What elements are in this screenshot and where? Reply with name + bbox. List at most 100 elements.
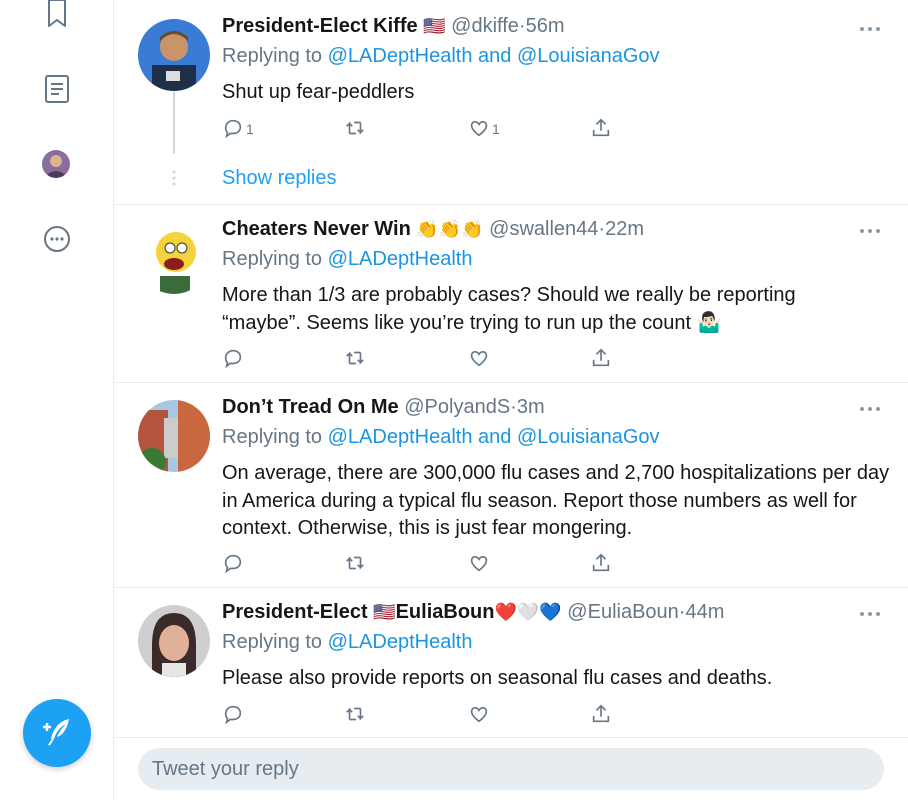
sidebar xyxy=(0,0,114,800)
heart-icon xyxy=(470,555,488,572)
replying-and: and xyxy=(472,45,517,67)
avatar[interactable] xyxy=(138,400,210,472)
compose-tweet-button[interactable] xyxy=(23,699,91,767)
show-replies-link[interactable]: Show replies xyxy=(222,167,337,190)
retweet-icon xyxy=(346,707,364,721)
reply-icon xyxy=(224,349,242,369)
reply-button[interactable] xyxy=(222,551,244,575)
tweet-header: Don’t Tread On Me @PolyandS·3m xyxy=(222,396,545,419)
mention-link[interactable]: @LADeptHealth xyxy=(328,426,473,448)
like-button[interactable] xyxy=(468,346,490,370)
more-options-icon[interactable] xyxy=(858,404,882,414)
mention-link[interactable]: @LADeptHealth xyxy=(328,45,473,67)
share-button[interactable] xyxy=(590,702,612,726)
retweet-button[interactable] xyxy=(344,551,366,575)
lists-icon[interactable] xyxy=(40,72,74,106)
display-name-start: President-Elect xyxy=(222,601,374,623)
share-icon xyxy=(592,348,610,367)
mention-link[interactable]: @LouisianaGov xyxy=(517,426,660,448)
mention-link[interactable]: @LouisianaGov xyxy=(517,45,660,67)
tweet-text: More than 1/3 are probably cases? Should… xyxy=(222,284,796,334)
reply-icon xyxy=(224,705,242,725)
reply-input[interactable]: Tweet your reply xyxy=(138,748,884,790)
tweet-text: Please also provide reports on seasonal … xyxy=(222,667,773,689)
replying-to-label: Replying to xyxy=(222,248,328,270)
reply-count: 1 xyxy=(246,121,254,137)
tweet-actions xyxy=(222,346,642,370)
retweet-button[interactable] xyxy=(344,702,366,726)
thread-dots-icon xyxy=(172,170,176,186)
replying-to: Replying to @LADeptHealth xyxy=(222,248,472,271)
like-button[interactable]: 1 xyxy=(468,116,500,140)
profile-avatar[interactable] xyxy=(42,150,70,178)
heart-icon xyxy=(470,706,488,723)
reply-button[interactable] xyxy=(222,346,244,370)
share-button[interactable] xyxy=(590,551,612,575)
reply-feed: President-Elect Kiffe 🇺🇸 @dkiffe·56m Rep… xyxy=(114,0,908,800)
reply-icon xyxy=(224,119,242,139)
handle[interactable]: @PolyandS xyxy=(404,396,510,418)
share-button[interactable] xyxy=(590,346,612,370)
more-options-icon[interactable] xyxy=(858,226,882,236)
like-count: 1 xyxy=(492,121,500,137)
tweet-header: President-Elect 🇺🇸EuliaBoun❤️🤍💙 @EuliaBo… xyxy=(222,601,724,624)
tweet-actions xyxy=(222,702,642,726)
reply-button[interactable]: 1 xyxy=(222,116,254,140)
tweet-actions xyxy=(222,551,642,575)
handle[interactable]: @EuliaBoun xyxy=(567,601,678,623)
thread-line xyxy=(173,92,175,154)
separator: · xyxy=(510,396,517,418)
bookmark-icon[interactable] xyxy=(40,0,74,32)
like-button[interactable] xyxy=(468,702,490,726)
timestamp[interactable]: 44m xyxy=(685,601,724,623)
tweet[interactable]: President-Elect 🇺🇸EuliaBoun❤️🤍💙 @EuliaBo… xyxy=(114,588,908,738)
more-icon[interactable] xyxy=(40,222,74,256)
tweet[interactable]: President-Elect Kiffe 🇺🇸 @dkiffe·56m Rep… xyxy=(114,0,908,205)
handle[interactable]: @swallen44 xyxy=(489,218,598,240)
tweet-text: On average, there are 300,000 flu cases … xyxy=(222,462,890,539)
separator: · xyxy=(518,15,526,37)
timestamp[interactable]: 22m xyxy=(605,218,644,240)
display-name[interactable]: President-Elect 🇺🇸EuliaBoun❤️🤍💙 xyxy=(222,601,562,623)
like-button[interactable] xyxy=(468,551,490,575)
display-name[interactable]: Don’t Tread On Me xyxy=(222,396,399,418)
reply-button[interactable] xyxy=(222,702,244,726)
retweet-icon xyxy=(346,121,364,135)
tweet-header: President-Elect Kiffe 🇺🇸 @dkiffe·56m xyxy=(222,15,564,38)
share-icon xyxy=(592,118,610,137)
reply-icon xyxy=(224,554,242,574)
replying-to: Replying to @LADeptHealth xyxy=(222,631,472,654)
avatar[interactable] xyxy=(138,222,210,294)
retweet-icon xyxy=(346,556,364,570)
timestamp[interactable]: 56m xyxy=(526,15,565,37)
handle[interactable]: @dkiffe xyxy=(451,15,519,37)
retweet-button[interactable] xyxy=(344,116,366,140)
tweet-actions: 1 1 xyxy=(222,116,642,140)
retweet-icon xyxy=(346,351,364,365)
avatar[interactable] xyxy=(138,19,210,91)
retweet-button[interactable] xyxy=(344,346,366,370)
share-button[interactable] xyxy=(590,116,612,140)
tweet[interactable]: Cheaters Never Win 👏👏👏 @swallen44·22m Re… xyxy=(114,205,908,383)
display-name[interactable]: Cheaters Never Win xyxy=(222,218,411,240)
mention-link[interactable]: @LADeptHealth xyxy=(328,631,473,653)
clap-emoji: 👏👏👏 xyxy=(416,219,484,239)
tweet-header: Cheaters Never Win 👏👏👏 @swallen44·22m xyxy=(222,218,644,241)
avatar[interactable] xyxy=(138,605,210,677)
replying-to: Replying to @LADeptHealth and @Louisiana… xyxy=(222,45,660,68)
mention-link[interactable]: @LADeptHealth xyxy=(328,248,473,270)
flag-emoji: 🇺🇸 xyxy=(423,16,446,36)
tweet[interactable]: Don’t Tread On Me @PolyandS·3m Replying … xyxy=(114,383,908,588)
more-options-icon[interactable] xyxy=(858,609,882,619)
replying-to-label: Replying to xyxy=(222,426,328,448)
timestamp[interactable]: 3m xyxy=(517,396,545,418)
heart-icon xyxy=(470,350,488,367)
flag-emoji: 🇺🇸 xyxy=(373,602,396,622)
more-options-icon[interactable] xyxy=(858,24,882,34)
heart-icon xyxy=(470,120,488,137)
tweet-text: Shut up fear-peddlers xyxy=(222,81,415,103)
replying-and: and xyxy=(472,426,517,448)
hearts-emoji: ❤️🤍💙 xyxy=(494,602,562,622)
display-name[interactable]: President-Elect Kiffe xyxy=(222,15,418,37)
compose-tweet-icon xyxy=(43,719,69,746)
